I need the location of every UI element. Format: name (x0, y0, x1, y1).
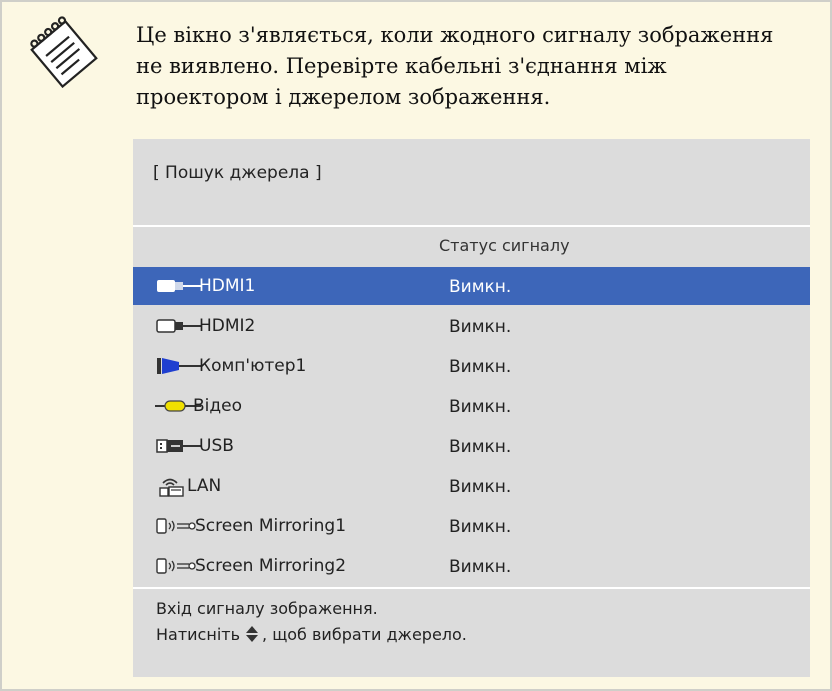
hdmi-plug-icon (157, 280, 201, 292)
source-label: HDMI2 (199, 316, 256, 336)
source-row-video[interactable]: Відео Вимкн. (133, 387, 810, 425)
source-label: Screen Mirroring1 (195, 516, 347, 536)
source-label: Відео (193, 396, 242, 416)
note-text: Це вікно з'являється, коли жодного сигна… (136, 20, 796, 113)
source-row-screen-mirroring2[interactable]: Screen Mirroring2 Вимкн. (133, 547, 810, 585)
note-line: Це вікно з'являється, коли жодного сигна… (136, 23, 774, 47)
source-status: Вимкн. (449, 557, 512, 577)
signal-status-column-header: Статус сигналу (439, 236, 570, 255)
footer-line: Вхід сигналу зображення. (156, 599, 378, 618)
divider (133, 587, 810, 589)
source-label: Комп'ютер1 (199, 356, 307, 376)
source-row-hdmi2[interactable]: HDMI2 Вимкн. (133, 307, 810, 345)
dialog-title: [ Пошук джерела ] (153, 163, 322, 183)
source-row-screen-mirroring1[interactable]: Screen Mirroring1 Вимкн. (133, 507, 810, 545)
source-row-usb[interactable]: USB Вимкн. (133, 427, 810, 465)
divider (133, 225, 810, 227)
source-status: Вимкн. (449, 517, 512, 537)
source-status: Вимкн. (449, 277, 512, 297)
dialog-footer: Вхід сигналу зображення. Натисніть , щоб … (156, 596, 467, 648)
footer-line: Натисніть , щоб вибрати джерело. (156, 622, 467, 648)
notepad-icon (30, 16, 98, 88)
vga-plug-icon (157, 358, 201, 374)
up-down-arrow-icon (246, 626, 259, 642)
source-row-hdmi1[interactable]: HDMI1 Вимкн. (133, 267, 810, 305)
source-label: LAN (187, 476, 222, 496)
source-status: Вимкн. (449, 397, 512, 417)
source-label: Screen Mirroring2 (195, 556, 347, 576)
source-search-dialog: [ Пошук джерела ] Статус сигналу HDMI1 В… (133, 139, 810, 677)
footer-select-text: , щоб вибрати джерело. (262, 625, 467, 644)
usb-plug-icon (156, 439, 201, 453)
source-status: Вимкн. (449, 437, 512, 457)
source-status: Вимкн. (449, 477, 512, 497)
source-status: Вимкн. (449, 317, 512, 337)
source-status: Вимкн. (449, 357, 512, 377)
footer-press-text: Натисніть (156, 625, 241, 644)
note-box: Це вікно з'являється, коли жодного сигна… (0, 0, 832, 691)
source-row-computer1[interactable]: Комп'ютер1 Вимкн. (133, 347, 810, 385)
source-label: HDMI1 (199, 276, 256, 296)
hdmi-plug-icon (156, 319, 201, 333)
source-row-lan[interactable]: LAN Вимкн. (133, 467, 810, 505)
note-line: не виявлено. Перевірте кабельні з'єднанн… (136, 54, 667, 78)
source-label: USB (199, 436, 234, 456)
note-line: проектором і джерелом зображення. (136, 85, 551, 109)
